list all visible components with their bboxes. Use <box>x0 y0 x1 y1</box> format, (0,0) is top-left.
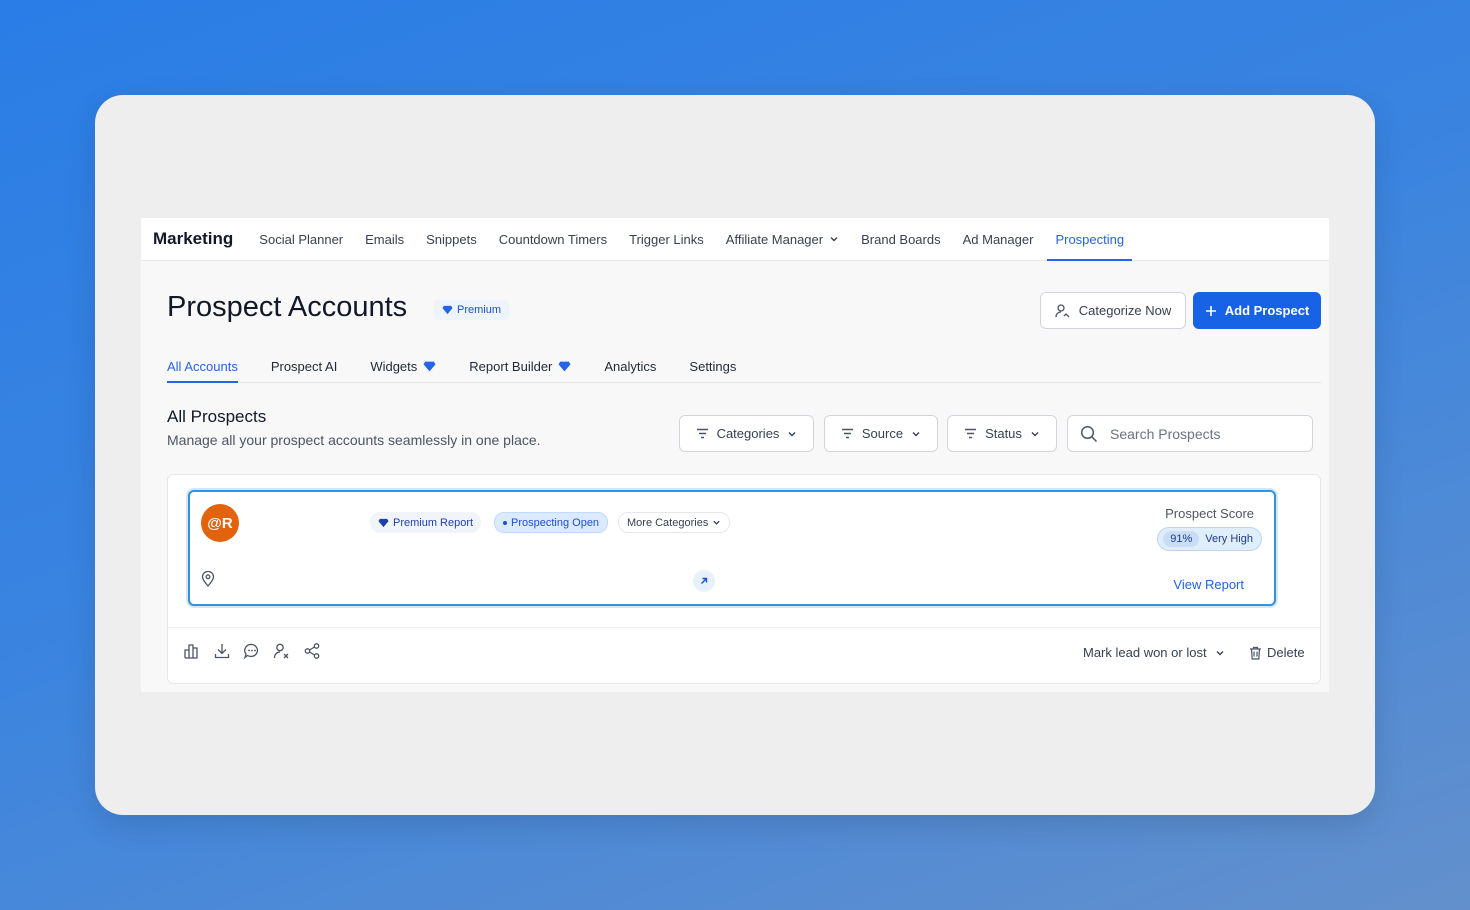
tab-widgets[interactable]: Widgets <box>370 350 436 382</box>
chat-icon[interactable] <box>242 641 261 660</box>
add-prospect-label: Add Prospect <box>1224 303 1310 318</box>
remove-user-icon[interactable] <box>272 641 291 660</box>
premium-report-label: Premium Report <box>393 516 474 529</box>
filter-icon <box>696 428 708 439</box>
prospecting-open-label: Prospecting Open <box>511 516 600 529</box>
chevron-down-icon <box>713 520 720 525</box>
source-filter-label: Source <box>861 426 904 441</box>
search-input[interactable] <box>1110 425 1290 442</box>
source-filter[interactable]: Source <box>824 415 938 452</box>
nav-affiliate-manager-label: Affiliate Manager <box>725 231 824 247</box>
diamond-icon <box>558 361 571 371</box>
chevron-down-icon <box>912 431 920 436</box>
diamond-icon <box>423 361 436 371</box>
delete-label: Delete <box>1267 645 1305 660</box>
location-pin-icon <box>201 571 215 587</box>
nav-social-planner[interactable]: Social Planner <box>259 218 343 261</box>
sub-tabs: All Accounts Prospect AI Widgets Report … <box>167 350 1321 383</box>
user-tag-icon <box>1055 303 1070 317</box>
trash-icon <box>1250 646 1261 660</box>
nav-countdown-timers[interactable]: Countdown Timers <box>499 218 607 261</box>
avatar: @R <box>201 504 239 542</box>
app-container: Marketing Social Planner Emails Snippets… <box>141 218 1329 692</box>
chevron-down-icon <box>1031 431 1039 436</box>
arrow-up-right-icon <box>701 577 708 584</box>
prospect-panel: @R Premium Report Prospecting Open More … <box>167 474 1321 684</box>
filter-icon <box>965 428 977 439</box>
page-title: Prospect Accounts <box>167 291 408 323</box>
nav-affiliate-manager[interactable]: Affiliate Manager <box>726 218 839 261</box>
premium-badge-label: Premium <box>457 304 502 316</box>
filter-icon <box>841 428 853 439</box>
action-icons <box>182 641 321 660</box>
share-icon[interactable] <box>302 641 321 660</box>
categorize-now-button[interactable]: Categorize Now <box>1040 292 1186 329</box>
diamond-icon <box>442 305 453 315</box>
nav-brand-boards[interactable]: Brand Boards <box>861 218 941 261</box>
download-icon[interactable] <box>212 641 231 660</box>
top-nav: Marketing Social Planner Emails Snippets… <box>141 218 1329 261</box>
view-report-link[interactable]: View Report <box>1173 577 1244 592</box>
search-icon <box>1080 425 1098 442</box>
status-filter-label: Status <box>985 426 1022 441</box>
more-categories-label: More Categories <box>627 516 709 529</box>
chevron-down-icon <box>830 237 838 242</box>
section-subtitle: Manage all your prospect accounts seamle… <box>167 432 541 448</box>
section-title: All Prospects <box>167 407 267 426</box>
nav-ad-manager[interactable]: Ad Manager <box>963 218 1034 261</box>
score-level: Very High <box>1205 533 1253 545</box>
mark-lead-label: Mark lead won or lost <box>1083 645 1207 660</box>
status-filter[interactable]: Status <box>947 415 1057 452</box>
tab-all-accounts[interactable]: All Accounts <box>167 350 238 383</box>
premium-report-tag[interactable]: Premium Report <box>370 512 482 533</box>
status-dot-icon <box>503 520 507 525</box>
categorize-now-label: Categorize Now <box>1078 303 1172 318</box>
search-box <box>1067 415 1313 452</box>
prospecting-open-tag[interactable]: Prospecting Open <box>494 512 609 533</box>
mark-lead-dropdown[interactable]: Mark lead won or lost <box>1083 645 1225 660</box>
tab-widgets-label: Widgets <box>370 358 418 374</box>
tab-report-builder[interactable]: Report Builder <box>469 350 571 382</box>
plus-icon <box>1205 305 1216 316</box>
nav-emails[interactable]: Emails <box>365 218 404 261</box>
nav-prospecting[interactable]: Prospecting <box>1047 218 1132 261</box>
prospect-score-badge: 91% Very High <box>1157 527 1262 551</box>
tab-analytics[interactable]: Analytics <box>604 350 656 382</box>
tab-settings[interactable]: Settings <box>689 350 736 382</box>
add-prospect-button[interactable]: Add Prospect <box>1193 292 1321 329</box>
categories-filter-label: Categories <box>716 426 780 441</box>
score-percent: 91% <box>1163 531 1200 547</box>
bar-chart-icon[interactable] <box>182 641 201 660</box>
prospect-card[interactable]: @R Premium Report Prospecting Open More … <box>188 490 1276 606</box>
nav-snippets[interactable]: Snippets <box>426 218 477 261</box>
brand-title: Marketing <box>153 229 234 248</box>
delete-button[interactable]: Delete <box>1249 645 1305 660</box>
categories-filter[interactable]: Categories <box>679 415 814 452</box>
prospect-score-label: Prospect Score <box>1165 506 1254 521</box>
more-categories-dropdown[interactable]: More Categories <box>618 512 731 533</box>
divider <box>168 627 1320 628</box>
tab-report-builder-label: Report Builder <box>469 358 553 374</box>
chevron-down-icon <box>788 431 796 436</box>
diamond-icon <box>378 518 389 527</box>
tab-prospect-ai[interactable]: Prospect AI <box>271 350 337 382</box>
nav-trigger-links[interactable]: Trigger Links <box>629 218 704 261</box>
chevron-down-icon <box>1216 650 1224 655</box>
external-link-button[interactable] <box>693 570 715 592</box>
premium-badge: Premium <box>434 300 510 320</box>
